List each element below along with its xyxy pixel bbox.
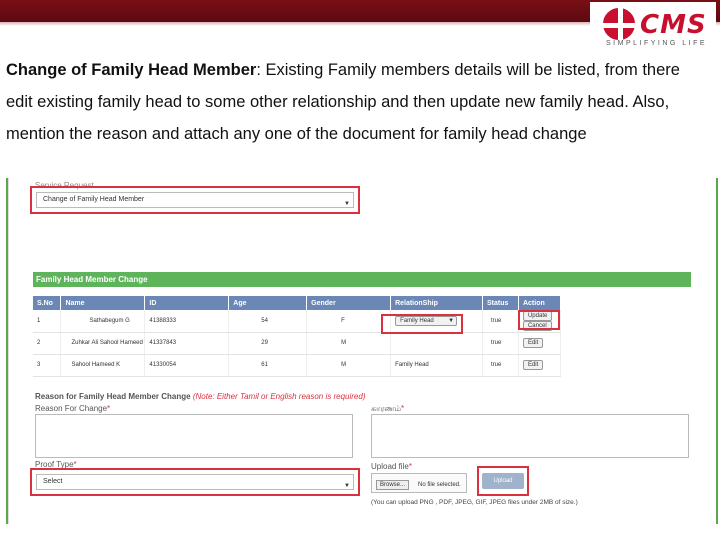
upload-file-label: Upload file* — [371, 462, 412, 471]
cell-sno: 3 — [33, 354, 62, 377]
cell-name: Zuhkar Ali Sahool Hameed — [60, 332, 146, 355]
logo-text: CMS — [640, 10, 707, 40]
cms-logo-icon — [603, 8, 635, 40]
browse-button[interactable]: Browse... — [376, 480, 410, 490]
cell-status: true — [482, 354, 519, 377]
reason-label: Reason For Change* — [35, 404, 111, 413]
cell-name: Sahool Hameed K — [60, 354, 146, 377]
cell-action: Edit — [518, 354, 562, 377]
cell-relationship: Family Head — [390, 354, 483, 377]
cell-gender: M — [306, 332, 392, 355]
col-sno: S.No — [33, 296, 62, 310]
cell-sno: 1 — [33, 310, 62, 333]
reason-heading: Reason for Family Head Member Change (No… — [35, 392, 366, 401]
highlight-relationship — [381, 314, 463, 334]
cell-sno: 2 — [33, 332, 62, 355]
highlight-update — [518, 310, 560, 330]
cell-id: 41330054 — [144, 354, 230, 377]
table-header-row: S.No Name ID Age Gender RelationShip Sta… — [33, 296, 562, 310]
col-relationship: RelationShip — [390, 296, 483, 310]
cell-status: true — [482, 310, 519, 333]
table-row: 2 Zuhkar Ali Sahool Hameed 41337843 29 M… — [33, 332, 562, 355]
cell-gender: M — [306, 354, 392, 377]
reason-heading-text: Reason for Family Head Member Change — [35, 392, 191, 401]
cell-age: 54 — [228, 310, 308, 333]
edit-button[interactable]: Edit — [522, 360, 544, 370]
file-input[interactable]: Browse... No file selected. — [371, 473, 467, 493]
col-status: Status — [482, 296, 519, 310]
highlight-service-request — [30, 186, 360, 214]
cell-name: Sathabegum G — [60, 310, 146, 333]
description-title: Change of Family Head Member — [6, 61, 257, 79]
cell-gender: F — [306, 310, 392, 333]
section-title: Family Head Member Change — [33, 272, 691, 287]
col-id: ID — [144, 296, 230, 310]
col-name: Name — [60, 296, 146, 310]
table-row: 1 Sathabegum G 41388333 54 F Family Head… — [33, 310, 562, 333]
highlight-upload — [477, 466, 529, 496]
reason-label-text: Reason For Change — [35, 404, 108, 413]
screenshot-border-right — [716, 178, 718, 524]
cell-id: 41388333 — [144, 310, 230, 333]
reason-tamil-text: காரணம் — [371, 404, 402, 413]
col-gender: Gender — [306, 296, 392, 310]
cell-action: Edit — [518, 332, 562, 355]
table-row: 3 Sahool Hameed K 41330054 61 M Family H… — [33, 354, 562, 377]
cell-status: true — [482, 332, 519, 355]
family-members-table: S.No Name ID Age Gender RelationShip Sta… — [33, 296, 562, 377]
logo-tagline: SIMPLIFYING LIFE — [606, 40, 708, 47]
upload-file-text: Upload file — [371, 462, 409, 471]
col-age: Age — [228, 296, 308, 310]
reason-tamil-textarea[interactable] — [371, 414, 689, 458]
reason-note: (Note: Either Tamil or English reason is… — [192, 392, 366, 401]
edit-button[interactable]: Edit — [522, 338, 544, 348]
upload-hint: (You can upload PNG , PDF, JPEG, GIF, JP… — [371, 499, 578, 506]
cell-relationship — [390, 332, 483, 355]
cell-age: 61 — [228, 354, 308, 377]
col-action: Action — [518, 296, 562, 310]
screenshot-border-left — [6, 178, 8, 524]
cell-id: 41337843 — [144, 332, 230, 355]
reason-tamil-label: காரணம்* — [371, 404, 405, 413]
no-file-text: No file selected. — [418, 482, 461, 488]
slide-description: Change of Family Head Member: Existing F… — [6, 54, 696, 150]
reason-english-textarea[interactable] — [35, 414, 353, 458]
cell-age: 29 — [228, 332, 308, 355]
highlight-proof-type — [30, 468, 360, 496]
